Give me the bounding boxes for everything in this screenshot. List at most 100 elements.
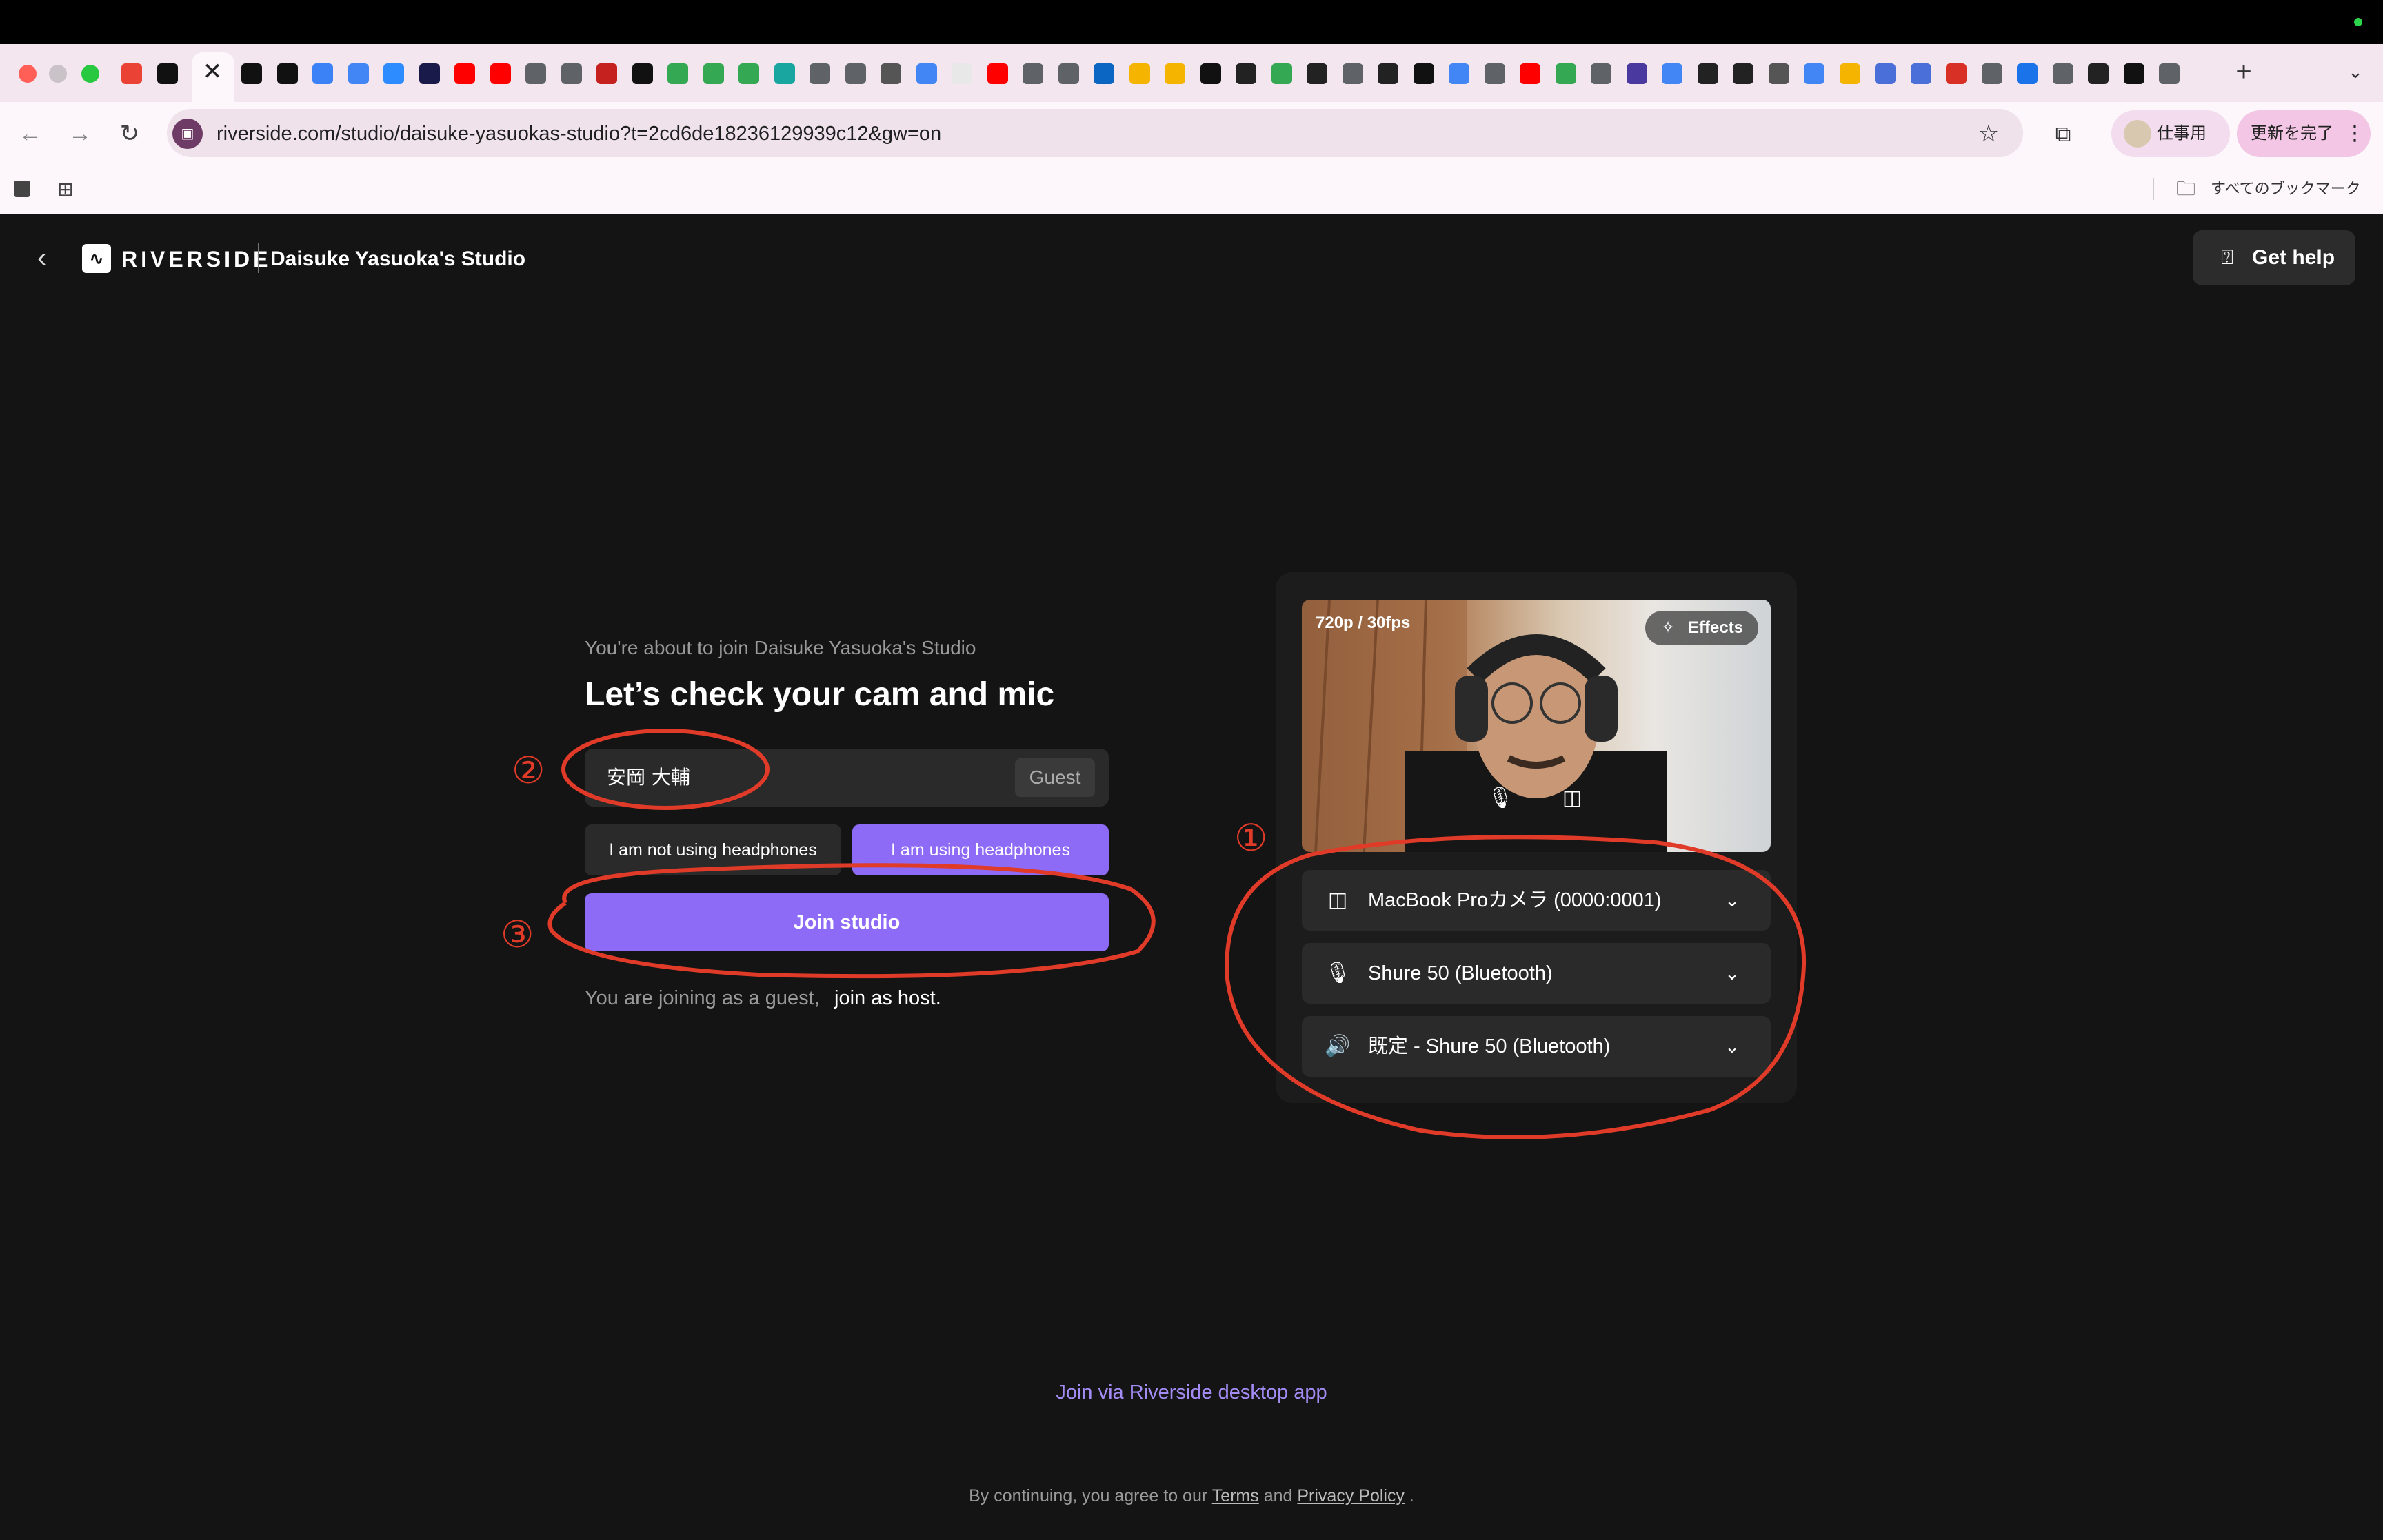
join-as-host-link[interactable]: join as host. — [834, 984, 941, 1012]
tab-favicon[interactable] — [157, 63, 178, 84]
tab-favicon[interactable] — [774, 63, 795, 84]
tab-favicon[interactable] — [1165, 63, 1185, 84]
tab-favicon[interactable] — [952, 63, 972, 84]
tab-favicon[interactable] — [1271, 63, 1292, 84]
page-title: Let’s check your cam and mic — [585, 676, 1055, 713]
tab-favicon[interactable] — [810, 63, 830, 84]
chevron-down-icon[interactable]: ⌄ — [1717, 958, 1747, 989]
tab-favicon[interactable] — [1839, 63, 1860, 84]
tab-favicon[interactable] — [2159, 63, 2180, 84]
tab-favicon[interactable] — [881, 63, 901, 84]
tab-favicon[interactable] — [1058, 63, 1079, 84]
tab-favicon[interactable] — [241, 63, 262, 84]
browser-forward-icon[interactable]: → — [63, 117, 97, 150]
bookmark-app-icon[interactable] — [14, 181, 30, 197]
tab-favicon[interactable] — [1378, 63, 1398, 84]
tab-favicon[interactable] — [1449, 63, 1469, 84]
join-subtitle: You're about to join Daisuke Yasuoka's S… — [585, 637, 976, 658]
window-maximize-button[interactable] — [81, 65, 99, 83]
tab-favicon[interactable] — [1200, 63, 1221, 84]
speaker-device-label: 既定 - Shure 50 (Bluetooth) — [1368, 1035, 1611, 1057]
join-studio-button[interactable]: Join studio — [585, 893, 1109, 951]
all-bookmarks-link[interactable]: すべてのブックマーク — [2211, 176, 2361, 201]
speaker-icon: 🔊 — [1325, 1035, 1351, 1057]
tab-favicon[interactable] — [1236, 63, 1256, 84]
folder-icon[interactable]: 🗀 — [2176, 176, 2198, 201]
tab-favicon[interactable] — [596, 63, 617, 84]
tab-favicon[interactable] — [1946, 63, 1967, 84]
tab-favicon[interactable] — [916, 63, 937, 84]
page-back-icon[interactable]: ‹ — [37, 243, 62, 273]
tab-favicon[interactable] — [1023, 63, 1043, 84]
tab-favicon[interactable] — [490, 63, 511, 84]
name-input[interactable] — [607, 762, 993, 793]
tab-favicon[interactable] — [561, 63, 582, 84]
tab-favicon[interactable] — [454, 63, 475, 84]
tab-favicon[interactable] — [1520, 63, 1540, 84]
tab-favicon[interactable] — [1768, 63, 1789, 84]
camera-device-label: MacBook Proカメラ (0000:0001) — [1368, 889, 1662, 911]
chevron-down-icon[interactable]: ⌄ — [1717, 1031, 1747, 1062]
tab-favicon[interactable] — [2017, 63, 2038, 84]
tab-favicon[interactable] — [632, 63, 653, 84]
new-tab-button[interactable]: + — [2231, 57, 2256, 87]
window-close-button[interactable] — [19, 65, 37, 83]
address-bar-url[interactable]: riverside.com/studio/daisuke-yasuokas-st… — [217, 120, 941, 148]
tab-favicon[interactable] — [1875, 63, 1896, 84]
tab-favicon[interactable] — [667, 63, 688, 84]
reload-icon[interactable]: ↻ — [113, 117, 146, 150]
apps-grid-icon[interactable]: ⊞ — [55, 179, 76, 200]
microphone-icon: 🎙 — [1324, 962, 1351, 984]
tab-favicon[interactable] — [1662, 63, 1682, 84]
riverside-logo-icon: ∿ — [82, 244, 111, 273]
bookmark-star-icon[interactable]: ☆ — [1973, 119, 2004, 149]
using-headphones-button[interactable]: I am using headphones — [852, 824, 1109, 875]
tab-search-icon[interactable]: ⌄ — [2343, 59, 2368, 84]
microphone-toggle-icon[interactable]: 🎙 — [1485, 783, 1516, 813]
tab-favicon[interactable] — [1555, 63, 1576, 84]
tab-favicon[interactable] — [1094, 63, 1114, 84]
tab-close-icon[interactable]: ✕ — [202, 58, 223, 85]
terms-suffix: . — [1409, 1486, 1414, 1506]
riverside-logo-text: RIVERSIDE — [121, 247, 272, 272]
tab-favicon[interactable] — [419, 63, 440, 84]
browser-menu-icon[interactable]: ⋮ — [2344, 120, 2365, 148]
tab-favicon[interactable] — [1626, 63, 1647, 84]
privacy-policy-link[interactable]: Privacy Policy — [1297, 1486, 1405, 1506]
tab-favicon[interactable] — [1733, 63, 1753, 84]
tab-favicon[interactable] — [2052, 63, 2073, 84]
not-using-headphones-button[interactable]: I am not using headphones — [585, 824, 841, 875]
window-minimize-button[interactable] — [49, 65, 67, 83]
tab-favicon[interactable] — [1804, 63, 1824, 84]
tab-favicon[interactable] — [845, 63, 866, 84]
tab-favicon[interactable] — [1910, 63, 1931, 84]
tab-favicon[interactable] — [2123, 63, 2144, 84]
extensions-puzzle-icon[interactable]: ⧉ — [2047, 117, 2080, 150]
tab-favicon[interactable] — [1342, 63, 1363, 84]
get-help-label: Get help — [2252, 246, 2335, 269]
tab-favicon[interactable] — [383, 63, 404, 84]
camera-toggle-icon[interactable]: ◫ — [1557, 783, 1587, 813]
tab-favicon[interactable] — [987, 63, 1008, 84]
join-via-desktop-app-link[interactable]: Join via Riverside desktop app — [965, 1377, 1418, 1408]
chevron-down-icon[interactable]: ⌄ — [1717, 885, 1747, 915]
browser-back-icon[interactable]: ← — [14, 117, 47, 150]
tab-favicon[interactable] — [276, 63, 298, 84]
site-info-icon[interactable]: ▣ — [172, 119, 203, 149]
tab-favicon[interactable] — [121, 63, 142, 84]
tab-favicon[interactable] — [1307, 63, 1327, 84]
tab-favicon[interactable] — [1591, 63, 1611, 84]
tab-favicon[interactable] — [1697, 63, 1718, 84]
tab-favicon[interactable] — [1484, 63, 1505, 84]
header-divider — [258, 243, 259, 273]
tab-favicon[interactable] — [1981, 63, 2002, 84]
tab-favicon[interactable] — [312, 63, 333, 84]
tab-favicon[interactable] — [1129, 63, 1150, 84]
tab-favicon[interactable] — [2088, 63, 2109, 84]
terms-link[interactable]: Terms — [1212, 1486, 1259, 1506]
tab-favicon[interactable] — [1413, 63, 1434, 84]
tab-favicon[interactable] — [525, 63, 546, 84]
tab-favicon[interactable] — [703, 63, 724, 84]
tab-favicon[interactable] — [348, 63, 369, 84]
tab-favicon[interactable] — [738, 63, 759, 84]
